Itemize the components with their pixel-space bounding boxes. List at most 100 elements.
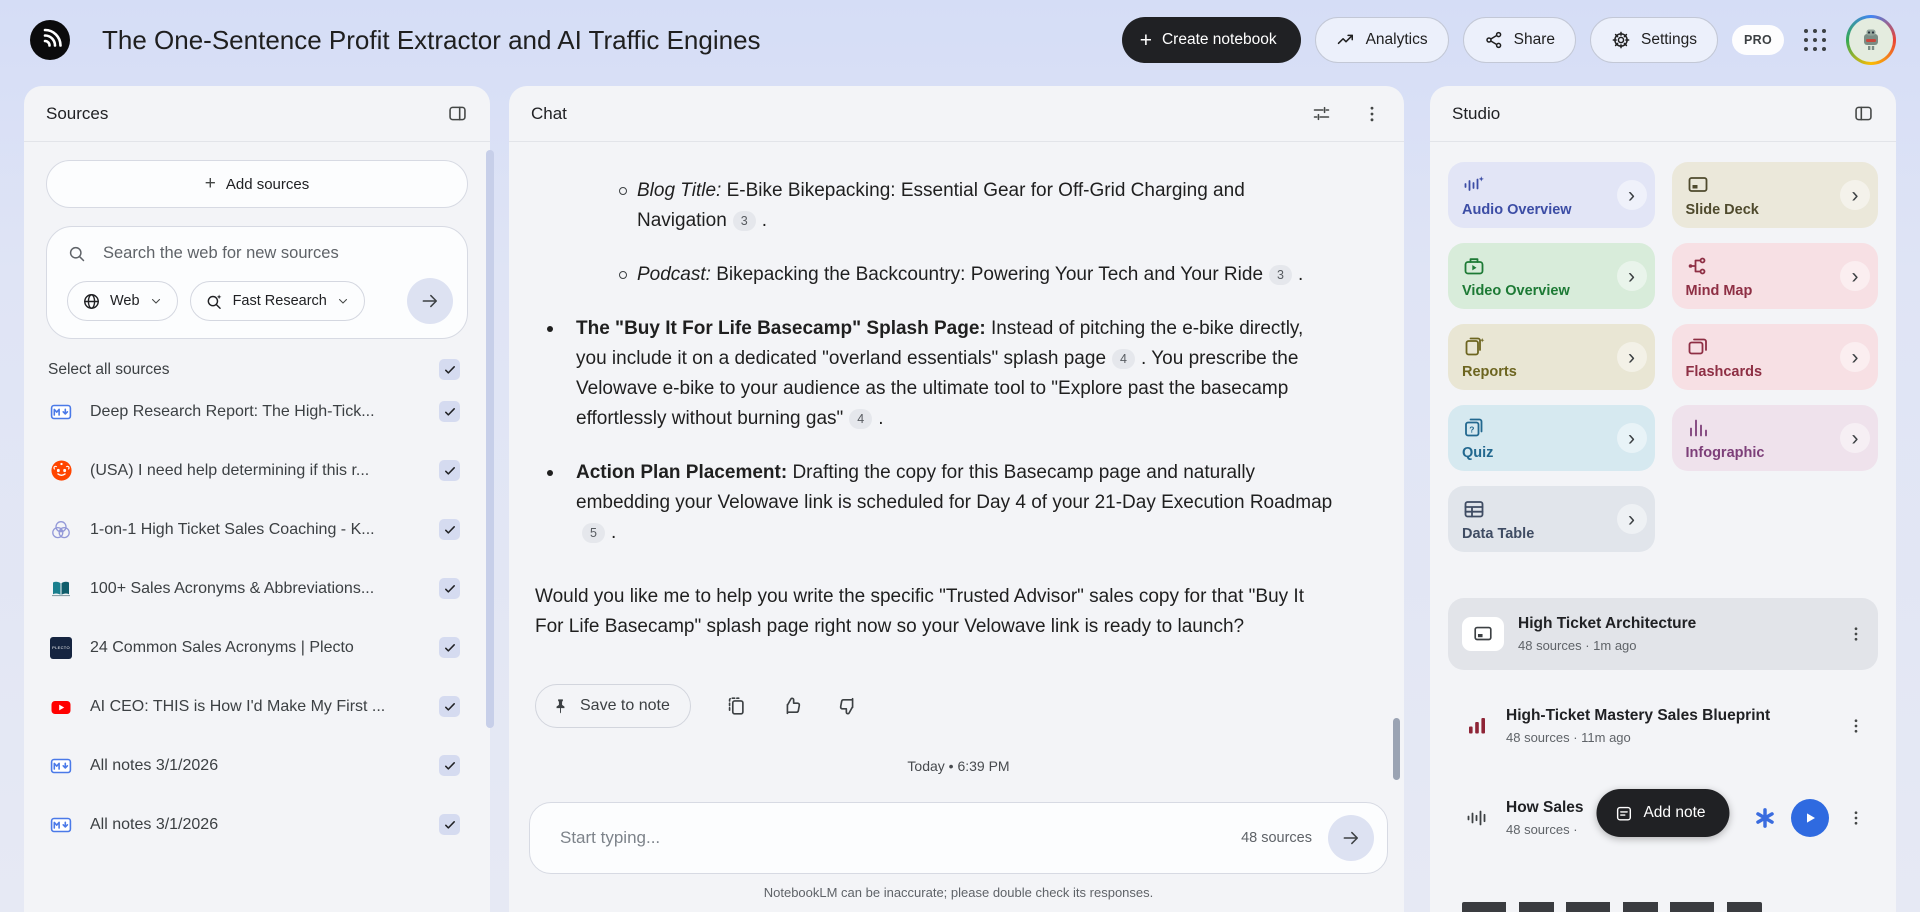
tool-card-mind-map[interactable]: Mind Map › — [1671, 243, 1878, 309]
studio-tools-grid: Audio Overview › Slide Deck › Video Over… — [1448, 162, 1878, 552]
notebook-title[interactable]: The One-Sentence Profit Extractor and AI… — [102, 25, 761, 56]
notebooklm-logo-icon[interactable] — [30, 20, 70, 60]
citation-badge[interactable]: 3 — [1269, 264, 1293, 285]
plus-icon: + — [1139, 28, 1152, 52]
chevron-right-icon[interactable]: › — [1840, 342, 1870, 372]
settings-button[interactable]: Settings — [1589, 17, 1718, 63]
source-row[interactable]: Deep Research Report: The High-Tick... — [46, 382, 468, 441]
thumbs-down-icon[interactable] — [837, 695, 859, 717]
source-title: All notes 3/1/2026 — [90, 756, 219, 774]
source-row[interactable]: PLECTO 24 Common Sales Acronyms | Plecto — [46, 618, 468, 677]
citation-badge[interactable]: 4 — [1112, 348, 1136, 369]
share-button[interactable]: Share — [1462, 17, 1576, 63]
tool-card-audio-overview[interactable]: Audio Overview › — [1448, 162, 1655, 228]
note-more-menu-icon[interactable] — [1842, 717, 1870, 735]
chevron-right-icon[interactable]: › — [1616, 342, 1647, 372]
chat-closing-paragraph: Would you like me to help you write the … — [535, 586, 1304, 637]
source-row[interactable]: (USA) I need help determining if this r.… — [46, 441, 468, 500]
submit-search-button[interactable] — [407, 278, 453, 324]
chevron-right-icon[interactable]: › — [1616, 261, 1647, 291]
note-item[interactable]: High Ticket Architecture 48 sources · 1m… — [1448, 598, 1878, 670]
chevron-right-icon[interactable]: › — [1840, 261, 1870, 291]
source-title: AI CEO: THIS is How I'd Make My First ..… — [90, 697, 386, 715]
chat-scrollbar[interactable] — [1393, 718, 1400, 780]
chat-message-area: Blog Title: E-Bike Bikepacking: Essentia… — [509, 142, 1404, 758]
chat-title: Chat — [531, 103, 567, 123]
chat-settings-sliders-icon[interactable] — [1311, 103, 1332, 124]
source-title: Deep Research Report: The High-Tick... — [90, 402, 375, 420]
add-sources-button[interactable]: + Add sources — [46, 160, 468, 208]
send-message-button[interactable] — [1328, 815, 1374, 861]
bullet-period: . — [878, 408, 884, 429]
source-checkbox[interactable] — [439, 637, 460, 658]
source-checkbox[interactable] — [439, 755, 460, 776]
note-more-menu-icon[interactable] — [1842, 809, 1870, 827]
research-mode-dropdown[interactable]: Fast Research — [189, 281, 365, 321]
apps-grid-icon[interactable] — [1804, 29, 1826, 51]
infographic-icon — [1686, 415, 1865, 441]
source-checkbox[interactable] — [439, 401, 460, 422]
source-title: 100+ Sales Acronyms & Abbreviations... — [90, 579, 375, 597]
source-row[interactable]: AI CEO: THIS is How I'd Make My First ..… — [46, 677, 468, 736]
web-source-dropdown[interactable]: Web — [67, 281, 178, 321]
tool-label: Quiz — [1462, 445, 1494, 461]
save-to-note-button[interactable]: Save to note — [535, 684, 691, 728]
citation-badge[interactable]: 5 — [582, 522, 605, 543]
bullet-period: . — [611, 522, 617, 543]
note-item-partially-visible[interactable] — [1448, 896, 1878, 912]
note-meta: 48 sources · — [1506, 822, 1578, 837]
sources-scrollbar[interactable] — [486, 150, 494, 728]
search-web-input[interactable] — [101, 243, 453, 264]
source-checkbox[interactable] — [439, 814, 460, 835]
chevron-right-icon[interactable]: › — [1840, 180, 1870, 210]
analytics-button[interactable]: Analytics — [1314, 17, 1449, 63]
play-audio-button[interactable] — [1791, 799, 1829, 837]
chevron-right-icon[interactable]: › — [1616, 180, 1647, 210]
tool-card-quiz[interactable]: ? Quiz › — [1448, 405, 1655, 471]
studio-title: Studio — [1452, 103, 1501, 123]
settings-label: Settings — [1640, 31, 1697, 48]
collapse-panel-icon[interactable] — [447, 103, 468, 124]
tool-card-slide-deck[interactable]: Slide Deck › — [1671, 162, 1878, 228]
source-checkbox[interactable] — [439, 578, 460, 599]
reddit-icon — [48, 459, 74, 482]
avatar-robot-image — [1849, 18, 1893, 62]
save-to-note-label: Save to note — [580, 697, 670, 714]
chat-more-menu-icon[interactable] — [1362, 104, 1382, 124]
user-avatar[interactable] — [1846, 15, 1896, 65]
chevron-right-icon[interactable]: › — [1616, 504, 1647, 534]
citation-badge[interactable]: 3 — [732, 210, 756, 231]
select-all-checkbox[interactable] — [439, 359, 460, 380]
expand-panel-icon[interactable] — [1853, 103, 1874, 124]
source-row[interactable]: 1-on-1 High Ticket Sales Coaching - K... — [46, 500, 468, 559]
tool-card-flashcards[interactable]: Flashcards › — [1671, 324, 1878, 390]
tool-card-data-table[interactable]: Data Table › — [1448, 486, 1655, 552]
copy-icon[interactable] — [725, 695, 747, 717]
tool-card-infographic[interactable]: Infographic › — [1671, 405, 1878, 471]
thumbs-up-icon[interactable] — [781, 695, 803, 717]
create-notebook-button[interactable]: + Create notebook — [1121, 17, 1301, 63]
sub-bullet-text: Bikepacking the Backcountry: Powering Yo… — [710, 264, 1264, 285]
plecto-logo-icon: PLECTO — [48, 636, 74, 659]
plus-icon: + — [204, 173, 216, 194]
source-title: (USA) I need help determining if this r.… — [90, 461, 370, 479]
chat-bullet: The "Buy It For Life Basecamp" Splash Pa… — [547, 314, 1334, 434]
source-row[interactable]: 100+ Sales Acronyms & Abbreviations... — [46, 559, 468, 618]
source-row[interactable]: All notes 3/1/2026 — [46, 795, 468, 854]
add-note-button[interactable]: Add note — [1596, 789, 1730, 837]
source-checkbox[interactable] — [439, 696, 460, 717]
chat-input[interactable] — [558, 827, 1226, 849]
note-more-menu-icon[interactable] — [1842, 625, 1870, 643]
interactive-mode-scribble-icon[interactable] — [1752, 805, 1778, 831]
chevron-right-icon[interactable]: › — [1616, 423, 1647, 453]
source-checkbox[interactable] — [439, 519, 460, 540]
source-row[interactable]: All notes 3/1/2026 — [46, 736, 468, 795]
tool-card-reports[interactable]: Reports › — [1448, 324, 1655, 390]
citation-badge[interactable]: 4 — [849, 408, 873, 429]
note-item[interactable]: High-Ticket Mastery Sales Blueprint 48 s… — [1448, 690, 1878, 762]
source-checkbox[interactable] — [439, 460, 460, 481]
chevron-right-icon[interactable]: › — [1840, 423, 1870, 453]
tool-card-video-overview[interactable]: Video Overview › — [1448, 243, 1655, 309]
chat-sub-bullet: Blog Title: E-Bike Bikepacking: Essentia… — [618, 176, 1334, 236]
open-book-icon — [48, 577, 74, 601]
